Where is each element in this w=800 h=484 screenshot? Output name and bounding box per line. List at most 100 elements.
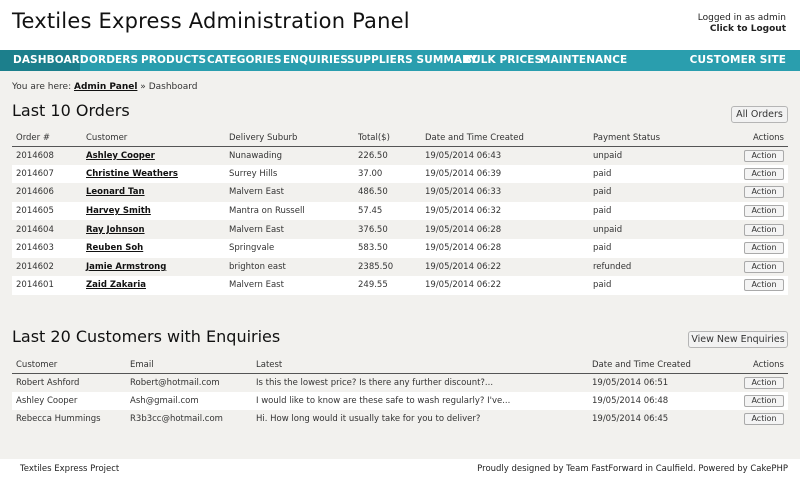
order-customer-link[interactable]: Christine Weathers <box>86 169 178 179</box>
order-date: 19/05/2014 06:43 <box>421 146 589 165</box>
enquiry-date: 19/05/2014 06:45 <box>588 410 728 429</box>
order-row: 2014606 Leonard Tan Malvern East 486.50 … <box>12 183 788 202</box>
order-number: 2014604 <box>12 220 82 239</box>
order-row: 2014607 Christine Weathers Surrey Hills … <box>12 164 788 184</box>
enquiry-email: Robert@hotmail.com <box>126 373 252 392</box>
order-payment-status: paid <box>589 238 719 258</box>
order-customer-link[interactable]: Harvey Smith <box>86 206 151 216</box>
order-total: 249.55 <box>354 276 421 295</box>
order-action-button[interactable]: Action <box>744 223 784 236</box>
col-enq-customer: Customer <box>12 355 126 374</box>
nav-suppliers-summary[interactable]: SUPPLIERS SUMMARY <box>347 50 477 71</box>
order-payment-status: refunded <box>589 257 719 277</box>
order-number: 2014607 <box>12 164 82 184</box>
col-customer: Customer <box>82 128 225 147</box>
order-number: 2014606 <box>12 183 82 202</box>
order-customer-link[interactable]: Jamie Armstrong <box>86 262 166 272</box>
nav-enquiries[interactable]: ENQUIRIES <box>283 50 348 71</box>
order-number: 2014603 <box>12 238 82 258</box>
col-enq-date: Date and Time Created <box>588 355 728 374</box>
order-row: 2014602 Jamie Armstrong brighton east 23… <box>12 257 788 277</box>
order-row: 2014601 Zaid Zakaria Malvern East 249.55… <box>12 276 788 295</box>
order-total: 226.50 <box>354 146 421 165</box>
order-date: 19/05/2014 06:39 <box>421 164 589 184</box>
enquiry-customer: Robert Ashford <box>12 373 126 392</box>
order-total: 37.00 <box>354 164 421 184</box>
orders-table: Order # Customer Delivery Suburb Total($… <box>12 128 788 295</box>
order-row: 2014603 Reuben Soh Springvale 583.50 19/… <box>12 238 788 258</box>
enquiry-row: Rebecca Hummings R3b3cc@hotmail.com Hi. … <box>12 410 788 429</box>
order-suburb: Mantra on Russell <box>225 201 354 221</box>
order-number: 2014608 <box>12 146 82 165</box>
order-suburb: Springvale <box>225 238 354 258</box>
order-suburb: Malvern East <box>225 220 354 239</box>
logout-link[interactable]: Click to Logout <box>698 24 786 35</box>
enquiries-table: Customer Email Latest Date and Time Crea… <box>12 355 788 429</box>
order-suburb: Malvern East <box>225 183 354 202</box>
order-date: 19/05/2014 06:28 <box>421 238 589 258</box>
order-customer-link[interactable]: Zaid Zakaria <box>86 280 146 290</box>
enquiry-row: Ashley Cooper Ash@gmail.com I would like… <box>12 391 788 411</box>
footer: Textiles Express Project Proudly designe… <box>0 459 800 484</box>
app-title: Textiles Express Administration Panel <box>12 9 410 33</box>
order-action-button[interactable]: Action <box>744 205 784 218</box>
order-number: 2014605 <box>12 201 82 221</box>
view-new-enquiries-button[interactable]: View New Enquiries <box>688 331 788 348</box>
col-delivery-suburb: Delivery Suburb <box>225 128 354 147</box>
col-total: Total($) <box>354 128 421 147</box>
order-total: 57.45 <box>354 201 421 221</box>
orders-header-row: Order # Customer Delivery Suburb Total($… <box>12 128 788 147</box>
col-enq-email: Email <box>126 355 252 374</box>
order-total: 583.50 <box>354 238 421 258</box>
order-date: 19/05/2014 06:22 <box>421 257 589 277</box>
enquiry-latest: Is this the lowest price? Is there any f… <box>252 373 588 392</box>
nav-dashboard[interactable]: DASHBOARD <box>0 50 89 71</box>
order-action-button[interactable]: Action <box>744 149 784 162</box>
order-date: 19/05/2014 06:32 <box>421 201 589 221</box>
breadcrumb-current: Dashboard <box>148 82 198 92</box>
nav-orders[interactable]: ORDERS <box>89 50 138 71</box>
order-suburb: Malvern East <box>225 276 354 295</box>
order-customer-link[interactable]: Ashley Cooper <box>86 151 155 161</box>
order-action-button[interactable]: Action <box>744 242 784 255</box>
col-order-number: Order # <box>12 128 82 147</box>
order-customer-link[interactable]: Reuben Soh <box>86 243 143 253</box>
nav-categories[interactable]: CATEGORIES <box>207 50 282 71</box>
nav-customer-site[interactable]: CUSTOMER SITE <box>690 50 786 71</box>
all-orders-button[interactable]: All Orders <box>731 106 788 123</box>
breadcrumb-separator: » <box>140 82 146 92</box>
order-total: 376.50 <box>354 220 421 239</box>
order-action-button[interactable]: Action <box>744 279 784 292</box>
enquiry-action-button[interactable]: Action <box>744 376 784 389</box>
enquiry-action-button[interactable]: Action <box>744 394 784 407</box>
order-payment-status: unpaid <box>589 220 719 239</box>
order-customer-link[interactable]: Leonard Tan <box>86 187 145 197</box>
order-number: 2014602 <box>12 257 82 277</box>
enquiry-email: Ash@gmail.com <box>126 391 252 411</box>
breadcrumb-admin-panel-link[interactable]: Admin Panel <box>74 82 137 92</box>
enquiry-action-button[interactable]: Action <box>744 413 784 426</box>
order-total: 486.50 <box>354 183 421 202</box>
order-payment-status: paid <box>589 183 719 202</box>
header: Textiles Express Administration Panel Lo… <box>0 0 800 48</box>
enquiry-date: 19/05/2014 06:51 <box>588 373 728 392</box>
order-action-button[interactable]: Action <box>744 167 784 180</box>
col-enq-latest: Latest <box>252 355 588 374</box>
main-nav: DASHBOARD ORDERS PRODUCTS CATEGORIES ENQ… <box>0 50 800 71</box>
col-enq-actions: Actions <box>728 355 788 374</box>
order-suburb: brighton east <box>225 257 354 277</box>
order-action-button[interactable]: Action <box>744 186 784 199</box>
order-customer-link[interactable]: Ray Johnson <box>86 225 145 235</box>
order-action-button[interactable]: Action <box>744 260 784 273</box>
enquiry-latest: Hi. How long would it usually take for y… <box>252 410 588 429</box>
enquiries-title: Last 20 Customers with Enquiries <box>12 327 281 346</box>
order-row: 2014605 Harvey Smith Mantra on Russell 5… <box>12 201 788 221</box>
order-date: 19/05/2014 06:28 <box>421 220 589 239</box>
col-date-created: Date and Time Created <box>421 128 589 147</box>
order-payment-status: paid <box>589 276 719 295</box>
enquiry-customer: Ashley Cooper <box>12 391 126 411</box>
nav-maintenance[interactable]: MAINTENANCE <box>540 50 627 71</box>
nav-products[interactable]: PRODUCTS <box>141 50 206 71</box>
breadcrumb-prefix: You are here: <box>12 82 72 92</box>
nav-bulk-prices[interactable]: BULK PRICES <box>464 50 542 71</box>
